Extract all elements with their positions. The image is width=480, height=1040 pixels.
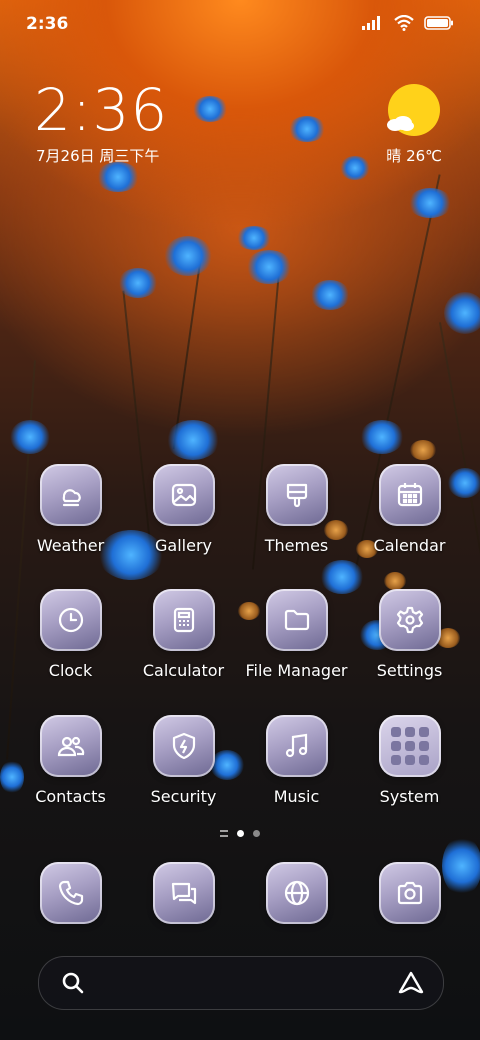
weather-widget[interactable] — [384, 84, 444, 136]
app-security[interactable]: Security — [127, 715, 240, 806]
shield-icon — [172, 732, 195, 760]
page-indicator[interactable] — [0, 830, 480, 837]
wifi-icon — [394, 15, 414, 31]
page-indicator-dot-active[interactable] — [237, 830, 244, 837]
app-weather[interactable]: Weather — [14, 464, 127, 555]
app-file-manager[interactable]: File Manager — [240, 589, 353, 680]
app-label: Calculator — [142, 661, 225, 680]
assistant-icon[interactable] — [397, 971, 425, 995]
status-time: 2:36 — [26, 14, 69, 34]
cloud-sun-icon — [62, 489, 81, 507]
app-label: Gallery — [155, 536, 212, 555]
app-label: Music — [273, 787, 320, 806]
app-calculator[interactable]: Calculator — [127, 589, 240, 680]
gear-icon — [396, 606, 423, 634]
app-label: System — [379, 787, 440, 806]
app-label: Clock — [48, 661, 93, 680]
dock-camera[interactable] — [353, 862, 466, 924]
search-bar[interactable] — [38, 956, 444, 1010]
app-label: Calendar — [373, 536, 446, 555]
dock-browser[interactable] — [240, 862, 353, 924]
app-label: Contacts — [35, 787, 106, 806]
image-icon — [171, 483, 196, 507]
page-indicator-dot[interactable] — [253, 830, 260, 837]
phone-icon — [58, 880, 83, 906]
app-label: File Manager — [245, 661, 348, 680]
app-label: Themes — [264, 536, 329, 555]
search-icon[interactable] — [61, 971, 85, 995]
app-label: Security — [150, 787, 217, 806]
music-icon — [285, 733, 307, 758]
app-calendar[interactable]: Calendar — [353, 464, 466, 555]
app-gallery[interactable]: Gallery — [127, 464, 240, 555]
folder-icon — [284, 609, 309, 631]
camera-icon — [397, 881, 422, 905]
app-clock[interactable]: Clock — [14, 589, 127, 680]
page-indicator-list[interactable] — [220, 830, 228, 837]
dock-messages[interactable] — [127, 862, 240, 924]
app-label: Weather — [36, 536, 105, 555]
sun-cloud-icon — [387, 84, 440, 136]
calculator-icon — [173, 607, 194, 633]
weather-condition-temp[interactable]: 晴 26℃ — [386, 145, 442, 166]
status-bar: 2:36 — [0, 0, 480, 50]
dock-phone[interactable] — [14, 862, 127, 924]
calendar-icon — [397, 483, 422, 507]
folder-grid-icon — [390, 727, 429, 765]
app-system-folder[interactable]: System — [353, 715, 466, 806]
app-themes[interactable]: Themes — [240, 464, 353, 555]
contacts-icon — [57, 736, 84, 757]
app-settings[interactable]: Settings — [353, 589, 466, 680]
clock-icon — [58, 607, 83, 633]
battery-icon — [424, 16, 453, 30]
signal-icon — [362, 16, 380, 30]
browser-icon — [284, 880, 309, 906]
app-music[interactable]: Music — [240, 715, 353, 806]
app-contacts[interactable]: Contacts — [14, 715, 127, 806]
brush-icon — [286, 483, 307, 508]
clock-widget-date[interactable]: 7月26日 周三下午 — [36, 145, 159, 166]
app-label: Settings — [376, 661, 443, 680]
messages-icon — [171, 882, 196, 905]
clock-widget-time[interactable]: 2:36 — [34, 76, 168, 144]
